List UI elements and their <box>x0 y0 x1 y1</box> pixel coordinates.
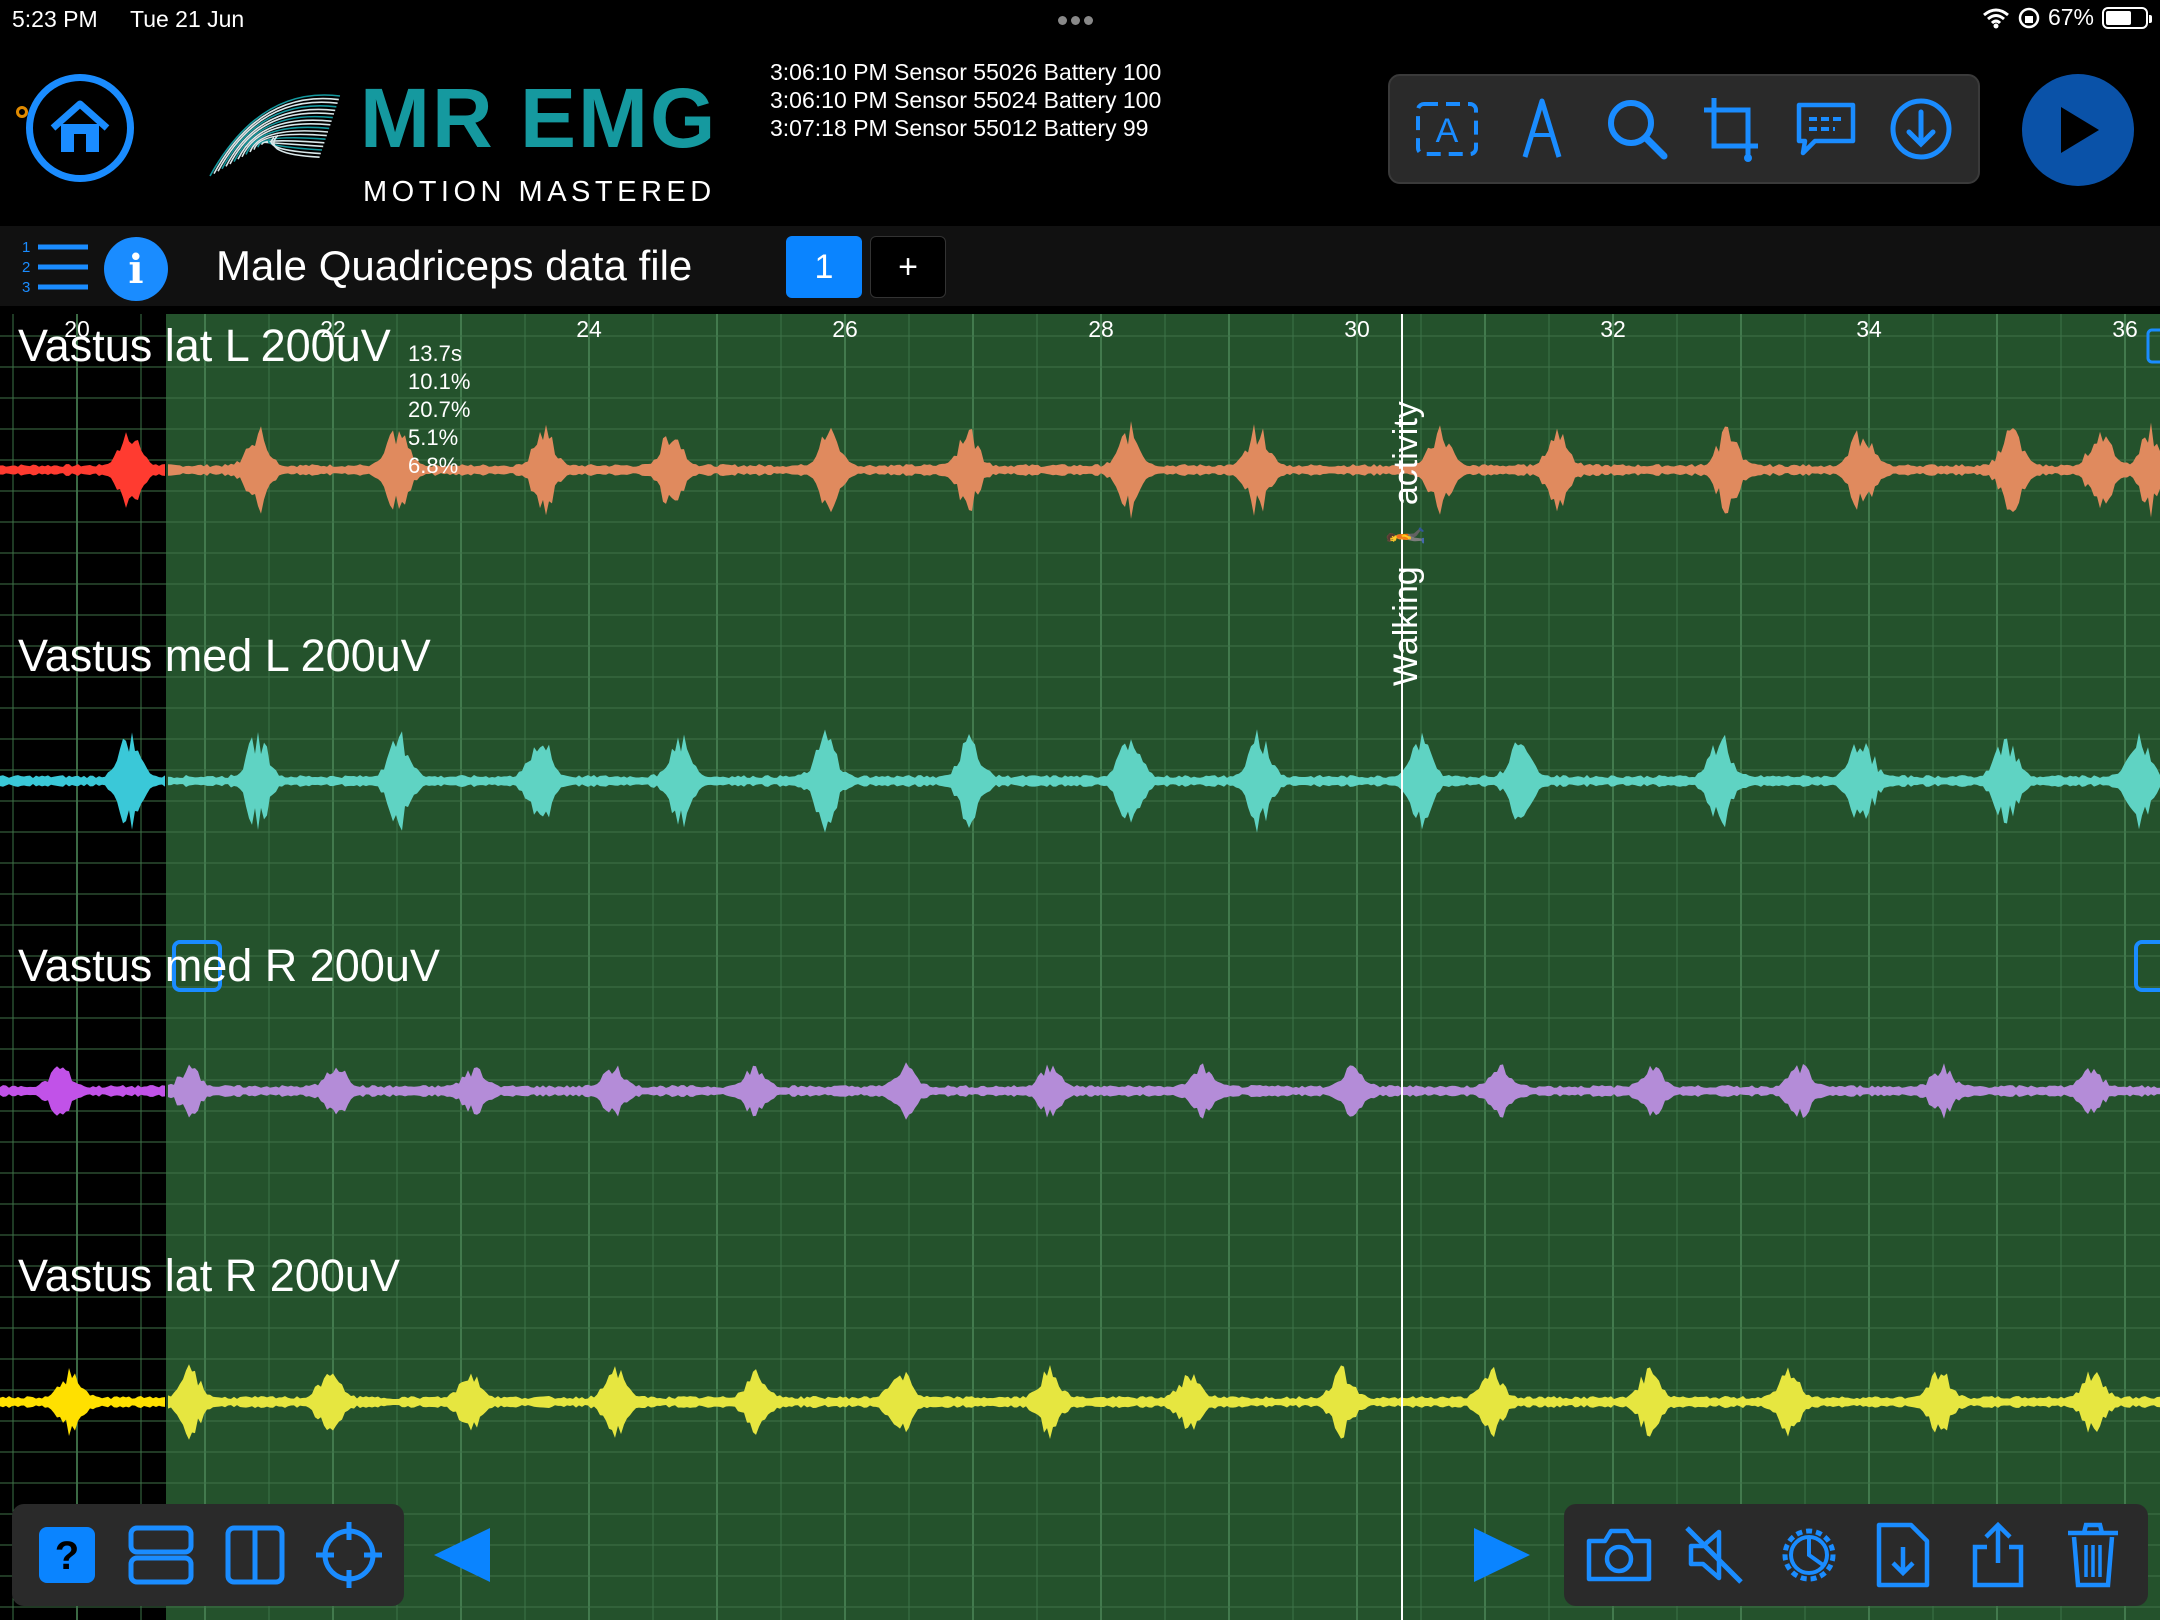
channel-label-vastus-med-r: Vastus med R 200uV <box>18 940 440 991</box>
file-bar: 1 2 3 i Male Quadriceps data file 1 + <box>0 226 2160 306</box>
svg-text:A: A <box>1436 112 1459 150</box>
file-tab-1[interactable]: 1 <box>786 236 862 298</box>
add-file-tab-button[interactable]: + <box>870 236 946 298</box>
svg-text:?: ? <box>55 1534 79 1578</box>
svg-text:1: 1 <box>22 239 30 256</box>
split-layout-icon <box>225 1525 285 1585</box>
x-tick-label: 24 <box>576 316 602 342</box>
emg-plot[interactable]: 20 22 24 26 28 30 32 34 36 Vastus lat L 200uV Va… <box>0 306 2160 1620</box>
download-icon <box>1890 98 1952 160</box>
file-title: Male Quadriceps data file <box>216 242 693 289</box>
text-label-button[interactable]: A <box>1411 93 1483 165</box>
activity-annotation[interactable]: Walking 🚶 activity <box>1386 401 1426 686</box>
stat-duration: 13.7s <box>408 341 462 366</box>
play-button[interactable] <box>2022 74 2134 186</box>
pen-button[interactable] <box>1506 93 1578 165</box>
help-icon: ? <box>39 1527 95 1583</box>
x-tick-label: 36 <box>2112 316 2138 342</box>
text-label-icon: A <box>1416 102 1479 156</box>
stat-value: 10.1% <box>408 369 471 394</box>
battery-percent: 67% <box>2047 4 2094 30</box>
triangle-left-icon <box>434 1528 490 1582</box>
x-tick-label: 28 <box>1088 316 1114 342</box>
search-icon <box>1607 100 1668 160</box>
wifi-icon <box>1982 8 2009 28</box>
sensor-log-line: 3:06:10 PM Sensor 55024 Battery 100 <box>770 87 1162 113</box>
share-icon <box>1972 1521 2024 1588</box>
scroll-left-button[interactable] <box>432 1526 494 1589</box>
stat-value: 5.1% <box>408 425 459 450</box>
comment-button[interactable] <box>1790 93 1862 165</box>
mr-emg-logo: MR EMG MOTION MASTERED <box>200 66 720 208</box>
info-icon: i <box>128 245 144 293</box>
stacked-layout-button[interactable] <box>125 1519 197 1591</box>
multitasking-dots[interactable] <box>1056 12 1095 30</box>
stat-value: 6.8% <box>408 453 459 478</box>
scroll-right-button[interactable] <box>1470 1526 1532 1589</box>
info-button[interactable]: i <box>104 237 168 301</box>
delete-button[interactable] <box>2057 1519 2129 1591</box>
logo-wave-icon <box>209 94 341 177</box>
triangle-right-icon <box>1474 1528 1530 1582</box>
search-button[interactable] <box>1601 93 1673 165</box>
x-tick-label: 26 <box>832 316 858 342</box>
battery-icon <box>2102 6 2152 29</box>
orientation-lock-icon <box>2018 7 2040 28</box>
svg-text:3: 3 <box>22 279 30 296</box>
split-layout-button[interactable] <box>219 1519 291 1591</box>
comment-icon <box>1796 102 1856 156</box>
trash-icon <box>2067 1522 2118 1588</box>
help-button[interactable]: ? <box>31 1519 103 1591</box>
x-tick-label: 30 <box>1344 316 1370 342</box>
crop-icon <box>1704 98 1759 162</box>
stat-value: 20.7% <box>408 397 471 422</box>
home-icon <box>50 100 110 152</box>
pen-tip-icon <box>1522 98 1562 158</box>
annotation-toolbar: A <box>1388 74 1980 184</box>
download-button[interactable] <box>1885 93 1957 165</box>
svg-text:2: 2 <box>22 259 30 276</box>
x-tick-label: 34 <box>1856 316 1882 342</box>
selection-stats: 13.7s 10.1% 20.7% 5.1% 6.8% <box>408 340 470 480</box>
sensor-log-line: 3:06:10 PM Sensor 55026 Battery 100 <box>770 59 1162 85</box>
file-import-icon <box>1877 1522 1930 1588</box>
share-button[interactable] <box>1962 1519 2034 1591</box>
status-bar: 5:23 PM Tue 21 Jun 67% <box>0 0 2160 40</box>
mute-button[interactable] <box>1678 1519 1750 1591</box>
channel-label-vastus-lat-l: Vastus lat L 200uV <box>18 320 391 371</box>
numbered-list-icon: 1 2 3 <box>22 239 88 296</box>
channel-label-vastus-med-l: Vastus med L 200uV <box>18 630 431 681</box>
camera-icon <box>1587 1528 1652 1582</box>
stacked-layout-icon <box>128 1525 194 1585</box>
crosshair-icon <box>316 1522 382 1588</box>
play-icon <box>2061 107 2099 153</box>
app-header: MR EMG MOTION MASTERED 3:06:10 PM Sensor… <box>0 40 2160 226</box>
crop-button[interactable] <box>1695 93 1767 165</box>
settings-gear-icon <box>1782 1528 1836 1582</box>
sensor-log: 3:06:10 PM Sensor 55026 Battery 100 3:06… <box>770 58 1161 142</box>
screenshot-button[interactable] <box>1583 1519 1655 1591</box>
status-time: 5:23 PM <box>12 6 98 32</box>
status-date: Tue 21 Jun <box>130 6 245 32</box>
x-tick-label: 32 <box>1600 316 1626 342</box>
crosshair-button[interactable] <box>313 1519 385 1591</box>
mute-icon <box>1685 1526 1743 1584</box>
import-file-button[interactable] <box>1867 1519 1939 1591</box>
channel-label-vastus-lat-r: Vastus lat R 200uV <box>18 1250 400 1301</box>
sensor-log-line: 3:07:18 PM Sensor 55012 Battery 99 <box>770 115 1149 141</box>
view-toolbar: ? <box>12 1504 404 1606</box>
file-actions-toolbar <box>1564 1504 2148 1606</box>
brand-tagline: MOTION MASTERED <box>363 176 716 208</box>
settings-button[interactable] <box>1773 1519 1845 1591</box>
brand-name: MR EMG <box>360 71 718 165</box>
home-button[interactable] <box>26 74 134 182</box>
channel-list-button[interactable]: 1 2 3 <box>20 236 92 301</box>
